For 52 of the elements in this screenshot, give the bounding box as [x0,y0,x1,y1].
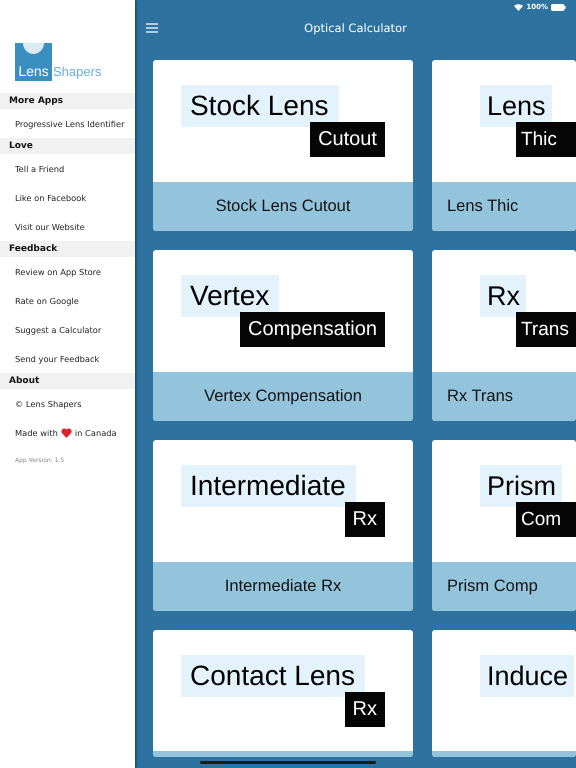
section-header: About [0,373,135,389]
card-label: Lens Thic [432,182,576,231]
wifi-icon [514,4,524,10]
card-label: Intermediate Rx [153,562,413,611]
calculator-card[interactable]: Lens Thic Lens Thic [432,60,576,231]
calculator-card[interactable]: Intermediate Rx Intermediate Rx [153,440,413,611]
menu-item[interactable]: Like on Facebook [0,183,135,212]
section-header: More Apps [0,93,135,109]
card-subtitle: Compensation [240,312,385,347]
card-title: Vertex [181,275,280,317]
calculator-card[interactable]: Rx Trans Rx Trans [432,250,576,421]
section-header: Feedback [0,241,135,257]
card-title: Intermediate [181,465,356,507]
menu-item[interactable]: in Canada [74,428,117,438]
card-title: Contact Lens [181,655,365,697]
card-label: Stock Lens Cutout [153,182,413,231]
card-subtitle: Cutout [310,122,385,157]
menu-button[interactable] [146,22,158,32]
card-label: Prism Comp [432,562,576,611]
menu-item[interactable]: Visit our Website [0,212,135,241]
menu-item[interactable]: Tell a Friend [0,154,135,183]
section-header: Love [0,138,135,154]
card-title: Rx [480,275,526,317]
card-subtitle: Com [516,502,576,537]
card-label: Vertex Compensation [153,372,413,421]
card-title: Induce [480,655,574,697]
menu-item[interactable]: Progressive Lens Identifier [0,109,135,138]
menu-item[interactable]: Rate on Google [0,286,135,315]
card-subtitle: Trans [516,312,576,347]
card-title: Stock Lens [181,85,339,127]
logo-text: Lens [18,64,49,81]
calculator-card[interactable]: Stock Lens Cutout Stock Lens Cutout [153,60,413,231]
card-subtitle: Thic [516,122,576,157]
battery-icon [551,4,566,10]
card-subtitle: Rx [344,692,385,727]
header-title: Optical Calculator [303,20,408,34]
menu-item[interactable]: Made with [15,428,58,438]
menu-item[interactable]: Review on App Store [0,257,135,286]
menu-item[interactable]: Suggest a Calculator [0,315,135,344]
calculator-card[interactable]: Contact Lens Rx [153,630,413,757]
card-title: Lens [480,85,552,127]
logo-text: Shapers [52,65,102,81]
heart-icon [60,428,72,438]
menu-item[interactable]: © Lens Shapers [0,389,135,418]
card-label: Rx Trans [432,372,576,421]
calculator-card[interactable]: Vertex Compensation Vertex Compensation [153,250,413,421]
calculator-card[interactable]: Induce [432,630,576,757]
calculator-card[interactable]: Prism Com Prism Comp [432,440,576,611]
card-title: Prism [480,465,562,507]
arc-icon [23,43,44,56]
card-subtitle: Rx [344,502,385,537]
menu-item[interactable]: Send your Feedback [0,344,135,373]
